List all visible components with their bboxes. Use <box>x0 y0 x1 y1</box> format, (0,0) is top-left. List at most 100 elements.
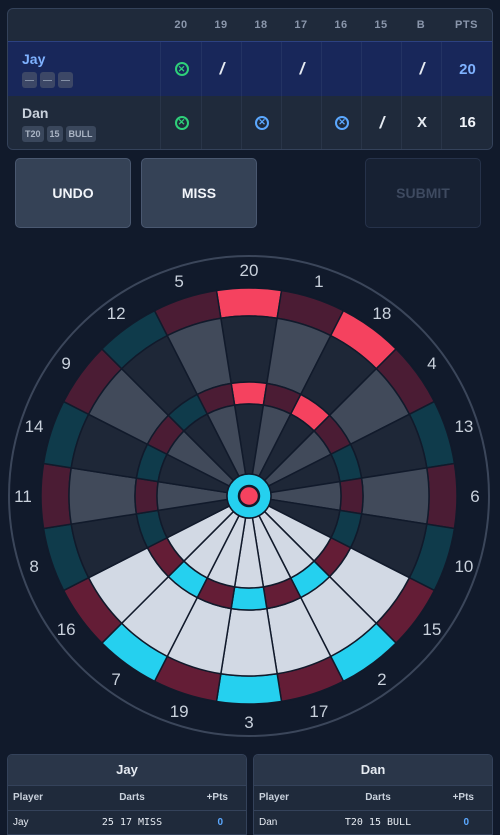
summary-title: Jay <box>8 755 246 786</box>
current-darts: — — — <box>22 72 73 88</box>
mark-cell-20: ✕ <box>160 42 202 96</box>
player-name: Dan <box>22 105 49 121</box>
mark-value: / <box>379 112 385 132</box>
player-points: 20 <box>441 42 492 96</box>
player-row-jay: Jay — — — ✕ / / / 20 <box>8 41 492 97</box>
number-label-15: 15 <box>422 620 441 639</box>
dartboard[interactable]: 20 1 18 4 13 6 10 15 2 17 3 19 7 16 8 11 14 9 12 5 <box>0 250 500 750</box>
mark-cell-18: ✕ <box>241 96 282 149</box>
number-label-1: 1 <box>314 272 323 291</box>
header-player: Player <box>13 792 44 803</box>
mark-cell-15: / <box>361 96 402 149</box>
dart-chip: 15 <box>46 126 63 142</box>
header-darts: Darts <box>119 792 145 803</box>
mark-value: / <box>219 59 225 78</box>
header-darts: Darts <box>365 792 391 803</box>
summary-player: Dan <box>259 817 278 828</box>
number-label-3: 3 <box>244 713 253 732</box>
column-header-points: PTS <box>455 19 478 31</box>
player-row-dan: Dan T20 15 BULL ✕ ✕ ✕ / X 16 <box>8 96 492 149</box>
mark-value: / <box>419 59 425 78</box>
closed-mark-icon: ✕ <box>335 115 349 130</box>
number-label-16: 16 <box>57 620 76 639</box>
turn-summary-jay: Jay Player Darts +Pts Jay 25 17 MISS 0 <box>7 754 247 835</box>
summary-title: Dan <box>254 755 492 786</box>
summary-header: Player Darts +Pts <box>8 786 246 811</box>
dart-chip: — <box>58 72 73 88</box>
dart-chip: T20 <box>22 126 44 142</box>
submit-button[interactable]: SUBMIT <box>365 158 481 228</box>
number-label-18: 18 <box>372 304 391 323</box>
mark-cell-19 <box>201 96 242 149</box>
number-label-4: 4 <box>427 354 436 373</box>
closed-mark-icon: ✕ <box>174 115 189 130</box>
closed-mark-icon: ✕ <box>174 62 189 76</box>
column-header-16: 16 <box>334 19 348 31</box>
miss-button[interactable]: MISS <box>141 158 257 228</box>
summary-pts: 0 <box>217 817 223 828</box>
number-label-20: 20 <box>240 261 259 280</box>
header-player: Player <box>259 792 290 803</box>
mark-cell-bull: X <box>401 96 442 149</box>
column-header-20: 20 <box>174 19 188 31</box>
mark-cell-20: ✕ <box>160 96 202 149</box>
summary-pts: 0 <box>463 817 469 828</box>
number-label-14: 14 <box>25 417 44 436</box>
number-label-7: 7 <box>111 670 120 689</box>
cricket-scoreboard: 20 19 18 17 16 15 B PTS Jay — — — ✕ / / … <box>7 8 493 150</box>
player-name: Jay <box>22 51 46 67</box>
number-label-17: 17 <box>309 702 328 721</box>
triple-11[interactable] <box>134 477 159 515</box>
current-darts: T20 15 BULL <box>22 126 96 142</box>
mark-cell-19: / <box>201 42 242 96</box>
number-label-10: 10 <box>454 557 473 576</box>
header-pts: +Pts <box>452 792 474 803</box>
triple-6[interactable] <box>339 477 364 515</box>
scoreboard-header: 20 19 18 17 16 15 B PTS <box>8 9 492 41</box>
mark-cell-16 <box>321 42 362 96</box>
double-11[interactable] <box>40 462 73 530</box>
summary-player: Jay <box>13 817 29 828</box>
mark-cell-17: / <box>281 42 322 96</box>
bullseye[interactable] <box>237 484 261 508</box>
mark-cell-bull: / <box>401 42 442 96</box>
triple-3[interactable] <box>230 586 268 611</box>
undo-button[interactable]: UNDO <box>15 158 131 228</box>
column-header-bull: B <box>416 19 426 31</box>
triple-20[interactable] <box>230 381 268 406</box>
column-header-17: 17 <box>294 19 308 31</box>
summary-darts: 25 17 MISS <box>101 817 163 828</box>
number-label-13: 13 <box>454 417 473 436</box>
header-pts: +Pts <box>206 792 228 803</box>
number-label-11: 11 <box>14 487 32 506</box>
dart-chip: — <box>22 72 37 88</box>
column-header-19: 19 <box>214 19 228 31</box>
mark-value: / <box>299 59 305 78</box>
number-label-19: 19 <box>170 702 189 721</box>
column-header-15: 15 <box>374 19 388 31</box>
dart-chip: — <box>40 72 55 88</box>
number-label-9: 9 <box>61 354 70 373</box>
mark-cell-15 <box>361 42 402 96</box>
number-label-2: 2 <box>377 670 386 689</box>
turn-summary-dan: Dan Player Darts +Pts Dan T20 15 BULL 0 <box>253 754 493 835</box>
summary-row: Dan T20 15 BULL 0 <box>254 811 492 834</box>
number-label-6: 6 <box>470 487 479 506</box>
mark-cell-17 <box>281 96 322 149</box>
double-6[interactable] <box>425 462 458 530</box>
double-20[interactable] <box>215 287 283 320</box>
number-label-8: 8 <box>29 557 38 576</box>
number-label-5: 5 <box>174 272 183 291</box>
double-3[interactable] <box>215 672 283 705</box>
player-points: 16 <box>441 96 492 149</box>
column-header-18: 18 <box>254 19 268 31</box>
closed-mark-icon: ✕ <box>255 115 269 130</box>
number-label-12: 12 <box>107 304 126 323</box>
summary-darts: T20 15 BULL <box>344 817 412 828</box>
mark-cell-16: ✕ <box>321 96 362 149</box>
mark-cell-18 <box>241 42 282 96</box>
mark-value: X <box>416 114 427 131</box>
summary-header: Player Darts +Pts <box>254 786 492 811</box>
dart-chip: BULL <box>65 126 96 142</box>
summary-row: Jay 25 17 MISS 0 <box>8 811 246 834</box>
